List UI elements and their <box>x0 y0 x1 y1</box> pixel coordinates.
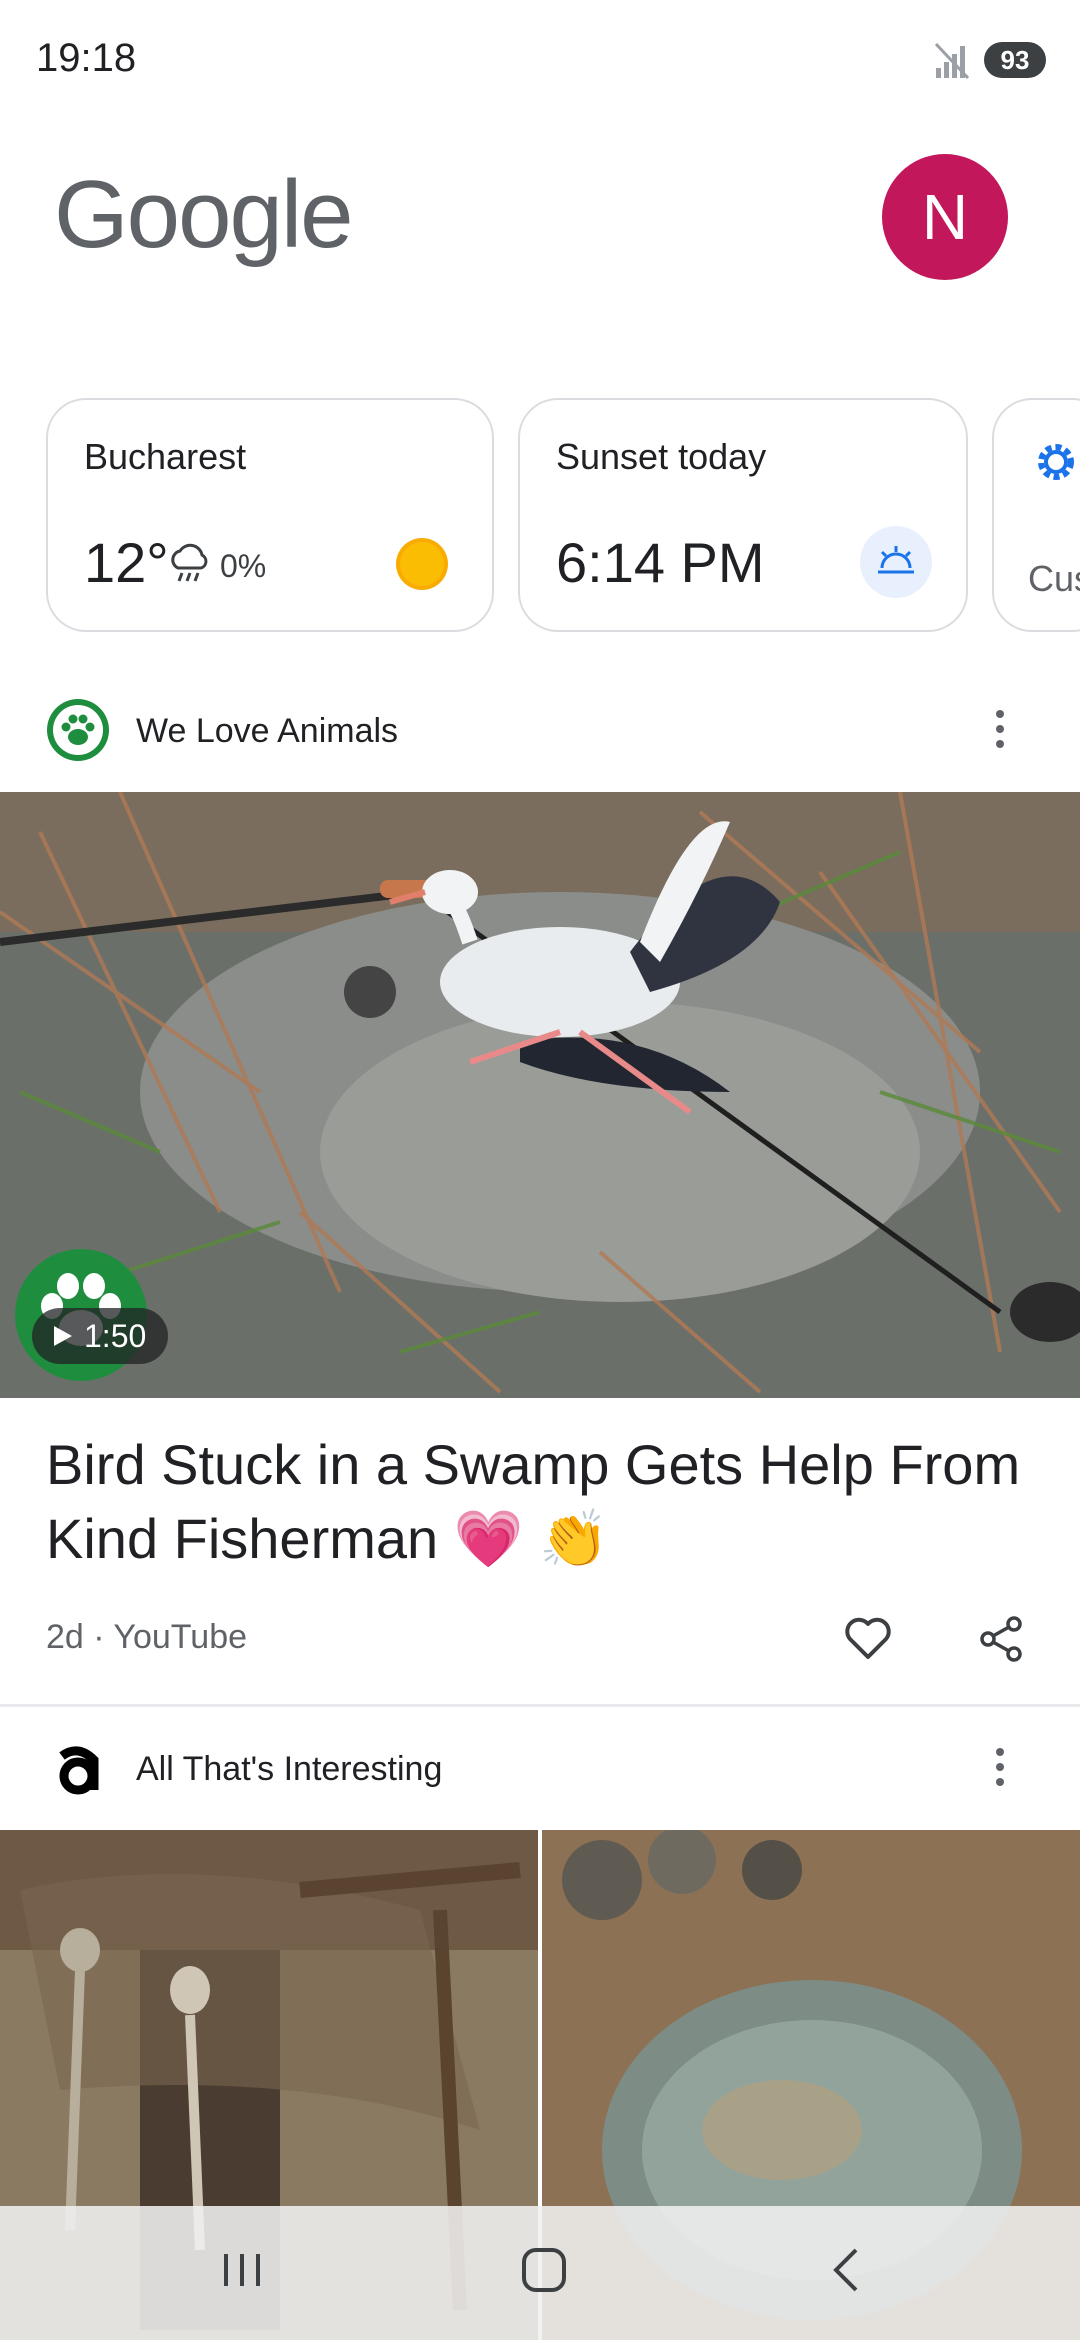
account-avatar[interactable]: N <box>882 154 1008 280</box>
status-bar: 19:18 93 <box>0 0 1080 120</box>
home-icon[interactable] <box>514 2240 574 2300</box>
no-signal-icon <box>934 42 970 80</box>
recent-apps-icon[interactable] <box>212 2240 272 2300</box>
sunset-card[interactable]: Sunset today 6:14 PM <box>518 398 968 632</box>
all-thats-interesting-logo-icon[interactable] <box>46 1736 110 1800</box>
sunset-icon-bg <box>860 526 932 598</box>
more-options-icon[interactable] <box>990 704 1010 754</box>
video-duration: 1:50 <box>84 1318 147 1354</box>
weather-temp: 12° <box>84 531 169 594</box>
feed-source-row: We Love Animals <box>0 684 1080 774</box>
swamp-bird-image <box>0 792 1080 1398</box>
customize-card[interactable]: Cus <box>992 398 1080 632</box>
source-name[interactable]: All That's Interesting <box>136 1750 442 1789</box>
sun-icon <box>396 538 448 590</box>
paw-icon[interactable] <box>46 698 110 762</box>
feed-divider <box>0 1704 1080 1707</box>
sunset-icon <box>878 546 914 574</box>
share-icon[interactable] <box>976 1614 1026 1664</box>
gear-icon <box>1038 444 1074 480</box>
sunset-time: 6:14 PM <box>556 531 765 594</box>
play-icon <box>54 1326 72 1346</box>
sunset-title: Sunset today <box>556 436 767 477</box>
more-options-icon[interactable] <box>990 1742 1010 1792</box>
heart-icon[interactable] <box>842 1612 894 1664</box>
weather-card[interactable]: Bucharest 12° 0% <box>46 398 494 632</box>
precip-chance: 0% <box>220 548 267 584</box>
feed-source-row: All That's Interesting <box>0 1722 1080 1812</box>
article-meta: 2d · YouTube <box>46 1618 248 1656</box>
customize-label: Cus <box>1028 558 1080 599</box>
back-icon[interactable] <box>818 2240 878 2300</box>
google-logo[interactable]: Google <box>54 160 354 270</box>
article-headline[interactable]: Bird Stuck in a Swamp Gets Help From Kin… <box>46 1428 1046 1576</box>
video-thumbnail[interactable]: 1:50 <box>0 792 1080 1398</box>
weather-city: Bucharest <box>84 436 247 477</box>
battery-indicator: 93 <box>984 42 1046 78</box>
status-time: 19:18 <box>36 36 137 80</box>
rain-cloud-icon <box>171 543 208 582</box>
system-navigation-bar <box>0 2206 1080 2340</box>
source-name[interactable]: We Love Animals <box>136 712 398 751</box>
video-duration-badge: 1:50 <box>32 1308 169 1364</box>
